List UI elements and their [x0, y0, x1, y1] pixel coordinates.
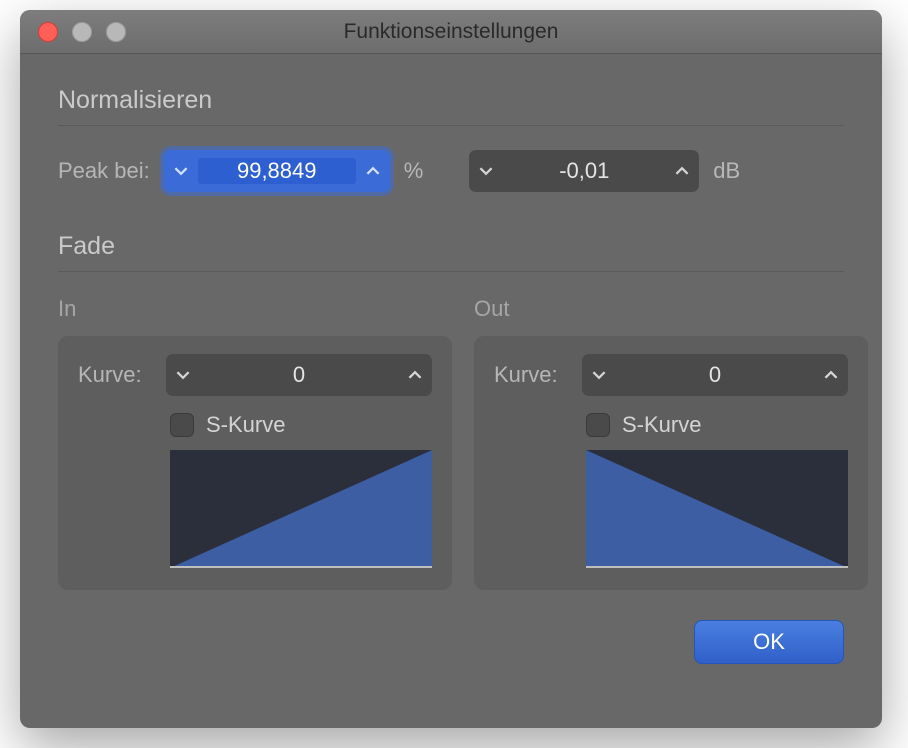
fade-out-curve-stepper[interactable]: 0 — [582, 354, 848, 396]
chevron-down-icon[interactable] — [164, 150, 198, 192]
peak-percent-value[interactable]: 99,8849 — [198, 158, 356, 184]
fade-out-scurve-checkbox[interactable] — [586, 413, 610, 437]
fade-columns: In Kurve: 0 — [58, 296, 844, 590]
peak-db-stepper[interactable]: -0,01 — [469, 150, 699, 192]
peak-label: Peak bei: — [58, 158, 150, 184]
db-unit: dB — [713, 158, 740, 184]
chevron-up-icon[interactable] — [356, 150, 390, 192]
chevron-up-icon[interactable] — [814, 354, 848, 396]
fade-in-panel: Kurve: 0 S-Kurve — [58, 336, 452, 590]
dialog-window: Funktionseinstellungen Normalisieren Pea… — [20, 10, 882, 728]
fade-in-scurve-checkbox[interactable] — [170, 413, 194, 437]
fade-out-scurve-label: S-Kurve — [622, 412, 701, 438]
close-icon[interactable] — [38, 22, 58, 42]
fade-in-heading: In — [58, 296, 452, 322]
fade-out-heading: Out — [474, 296, 868, 322]
fade-out-curve-value[interactable]: 0 — [616, 362, 814, 388]
chevron-down-icon[interactable] — [469, 150, 503, 192]
fade-in-curve-stepper[interactable]: 0 — [166, 354, 432, 396]
chevron-down-icon[interactable] — [582, 354, 616, 396]
fade-out-column: Out Kurve: 0 — [474, 296, 868, 590]
dialog-content: Normalisieren Peak bei: 99,8849 % — [20, 54, 882, 690]
chevron-down-icon[interactable] — [166, 354, 200, 396]
chevron-up-icon[interactable] — [665, 150, 699, 192]
ok-button[interactable]: OK — [694, 620, 844, 664]
peak-row: Peak bei: 99,8849 % -0,01 — [58, 150, 844, 192]
minimize-icon — [72, 22, 92, 42]
fade-out-preview — [586, 450, 848, 568]
fade-section-title: Fade — [58, 232, 844, 261]
window-title: Funktionseinstellungen — [20, 20, 882, 44]
percent-unit: % — [404, 158, 424, 184]
peak-percent-stepper[interactable]: 99,8849 — [164, 150, 390, 192]
fade-in-column: In Kurve: 0 — [58, 296, 452, 590]
zoom-icon — [106, 22, 126, 42]
fade-in-preview — [170, 450, 432, 568]
chevron-up-icon[interactable] — [398, 354, 432, 396]
titlebar: Funktionseinstellungen — [20, 10, 882, 54]
fade-in-curve-value[interactable]: 0 — [200, 362, 398, 388]
fade-out-panel: Kurve: 0 S-Kurve — [474, 336, 868, 590]
divider — [58, 125, 844, 126]
traffic-lights — [38, 22, 126, 42]
normalize-section-title: Normalisieren — [58, 86, 844, 115]
fade-in-curve-label: Kurve: — [78, 362, 154, 388]
peak-db-value[interactable]: -0,01 — [503, 158, 665, 184]
fade-in-scurve-label: S-Kurve — [206, 412, 285, 438]
divider — [58, 271, 844, 272]
fade-out-curve-label: Kurve: — [494, 362, 570, 388]
